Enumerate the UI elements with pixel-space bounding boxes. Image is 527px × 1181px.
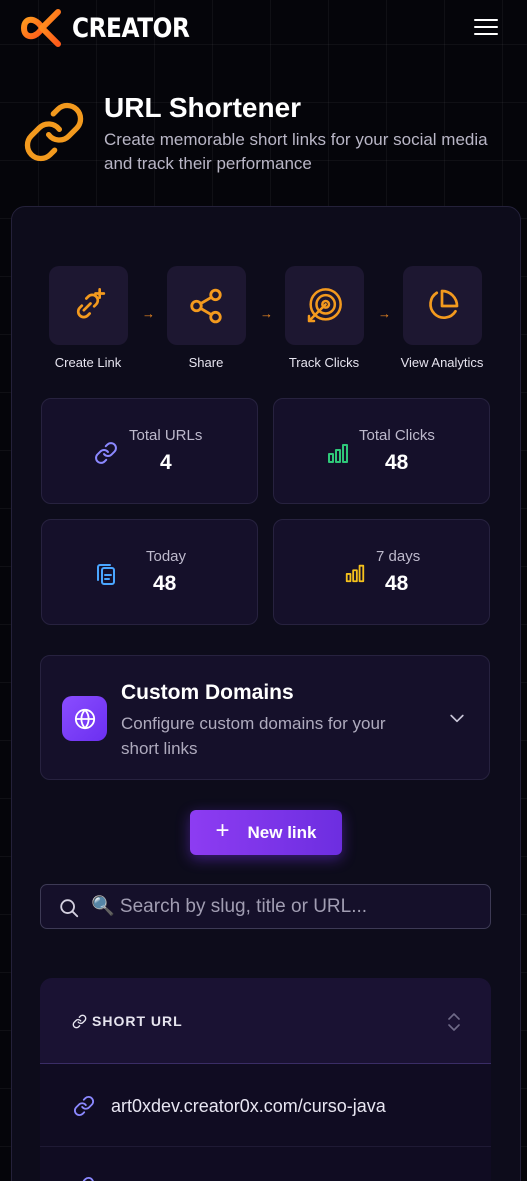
arrow-right-icon: → <box>378 306 391 321</box>
stat-total-clicks: Total Clicks 48 <box>273 398 490 504</box>
custom-domains-card[interactable]: Custom Domains Configure custom domains … <box>40 655 490 780</box>
brand-logo[interactable]: CREATOR <box>20 9 209 47</box>
sort-icon[interactable] <box>446 1011 462 1033</box>
stat-value: 48 <box>385 572 409 595</box>
table-row[interactable]: art0xdev.creator0x.com/curso-java <box>40 1064 491 1147</box>
page-title: URL Shortener <box>104 92 302 123</box>
column-header-short-url[interactable]: SHORT URL <box>72 1013 183 1029</box>
short-url-link[interactable]: art0xdev.creator0x.com/curso-java <box>111 1096 386 1117</box>
table-row[interactable] <box>40 1148 491 1181</box>
links-table: SHORT URL art0xdev.creator0x.com/curso-j… <box>40 978 491 1181</box>
new-link-button[interactable]: + New link <box>190 810 342 855</box>
stat-label: Today <box>146 548 187 565</box>
arrow-right-icon: → <box>260 306 273 321</box>
pie-chart-icon <box>429 289 459 319</box>
link-icon <box>73 1095 95 1117</box>
logo-mark-icon <box>20 9 61 47</box>
bar-chart-icon <box>328 444 348 463</box>
step-label: View Analytics <box>400 355 484 370</box>
stat-today: Today 48 <box>41 519 258 625</box>
top-nav: CREATOR <box>0 0 527 58</box>
stat-seven-days: 7 days 48 <box>273 519 490 625</box>
stat-value: 48 <box>385 451 409 474</box>
chevron-down-icon[interactable] <box>447 708 467 728</box>
target-icon <box>307 287 342 322</box>
bar-chart-icon <box>345 564 365 583</box>
link-icon <box>82 1176 94 1181</box>
step-track-clicks: Track Clicks <box>274 266 374 370</box>
plus-icon: + <box>215 817 230 844</box>
search-input[interactable] <box>91 895 481 919</box>
column-header-label: SHORT URL <box>92 1013 183 1029</box>
search-bar <box>40 884 491 929</box>
stat-label: Total Clicks <box>359 427 435 444</box>
link-icon <box>24 102 84 162</box>
step-view-analytics: View Analytics <box>392 266 492 370</box>
hamburger-menu-button[interactable] <box>473 16 499 40</box>
link-icon <box>95 442 117 464</box>
page-subtitle: Create memorable short links for your so… <box>104 130 488 173</box>
arrow-right-icon: → <box>142 306 155 321</box>
step-create-link: Create Link <box>38 266 138 370</box>
stat-label: Total URLs <box>129 427 203 444</box>
step-label: Create Link <box>54 355 122 370</box>
table-header: SHORT URL <box>40 978 491 1064</box>
link-plus-icon <box>76 287 106 318</box>
brand-name: CREATOR <box>72 12 190 44</box>
custom-domains-description: Configure custom domains for your short … <box>121 714 386 758</box>
new-link-label: New link <box>247 822 317 842</box>
share-icon <box>190 288 222 323</box>
link-icon <box>72 1014 87 1028</box>
stat-value: 48 <box>153 572 177 595</box>
step-label: Share <box>188 355 224 370</box>
clipboard-copy-icon <box>97 564 115 585</box>
search-icon <box>60 899 79 918</box>
stat-value: 4 <box>160 451 172 474</box>
stat-label: 7 days <box>376 548 421 565</box>
custom-domains-title: Custom Domains <box>121 681 294 704</box>
step-label: Track Clicks <box>288 355 360 370</box>
stat-total-urls: Total URLs 4 <box>41 398 258 504</box>
globe-icon <box>62 696 107 741</box>
step-share: Share <box>156 266 256 370</box>
